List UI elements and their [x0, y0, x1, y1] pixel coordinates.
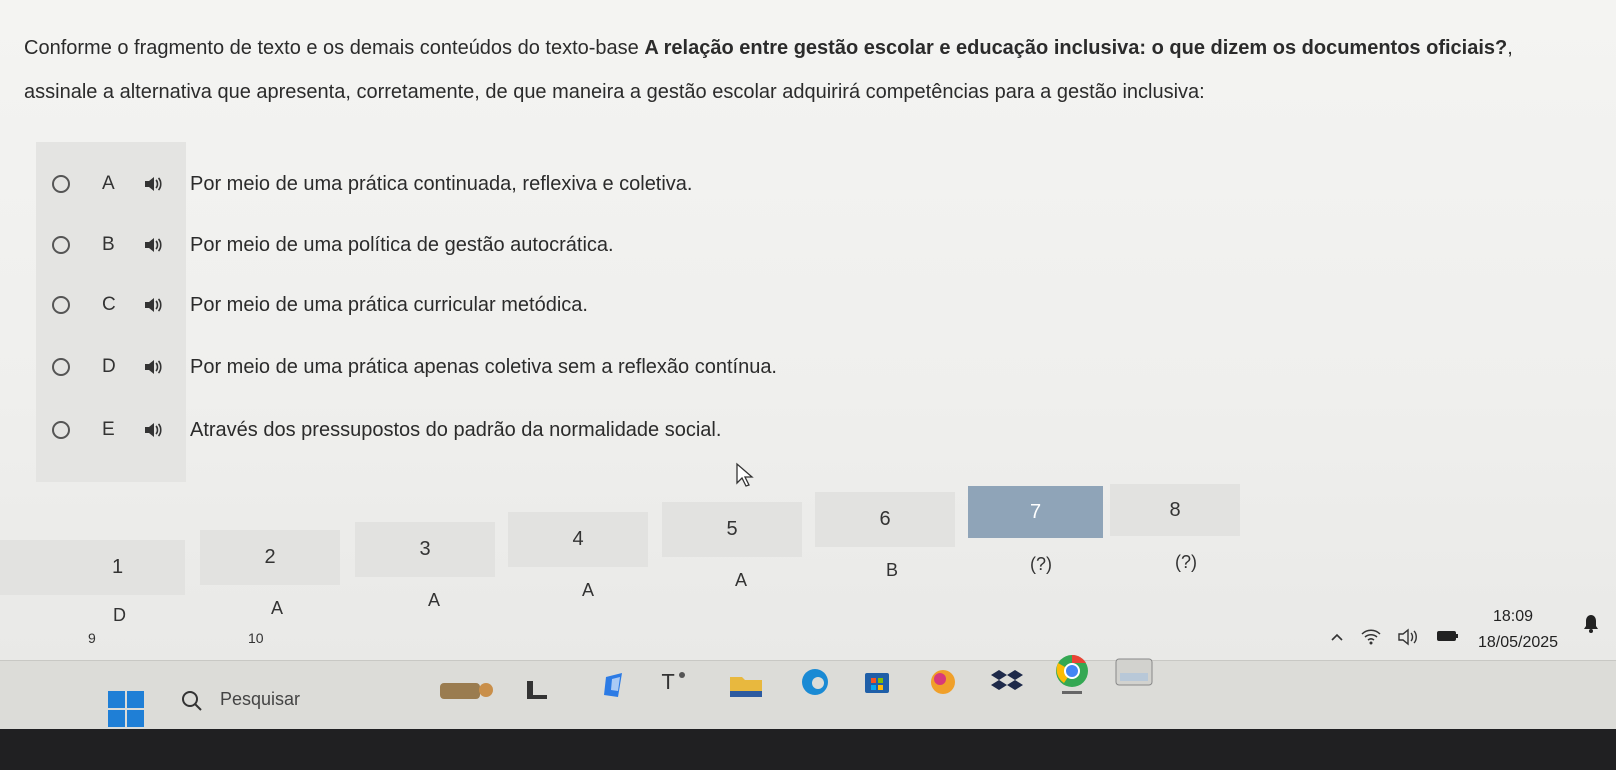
question-2-answer: A [271, 598, 284, 618]
option-b[interactable]: B Por meio de uma política de gestão aut… [52, 225, 952, 265]
option-letter: E [102, 419, 115, 440]
svg-text:T: T [661, 670, 675, 694]
desk-bezel [0, 729, 1616, 770]
radio-button[interactable] [52, 358, 70, 376]
option-text: Através dos pressupostos do padrão da no… [190, 418, 722, 441]
folder-icon[interactable] [728, 671, 764, 699]
browser-viewport: Conforme o fragmento de texto e os demai… [0, 0, 1616, 660]
question-nav-1[interactable]: 1 [0, 540, 185, 595]
option-text: Por meio de uma prática apenas coletiva … [190, 355, 777, 378]
question-nav-6[interactable]: 6 [815, 492, 955, 547]
question-number: 6 [879, 508, 891, 530]
option-text: Por meio de uma política de gestão autoc… [190, 233, 614, 256]
option-text: Por meio de uma prática continuada, refl… [190, 172, 693, 195]
question-navigator: 1 2 3 4 5 6 7 8 D A A A A B (?) (?) 9 10 [0, 480, 1240, 646]
question-8-answer: (?) [1175, 552, 1197, 572]
question-number: 3 [419, 538, 431, 560]
windows-start-icon[interactable] [108, 691, 144, 727]
option-c[interactable]: C Por meio de uma prática curricular met… [52, 285, 952, 325]
radio-button[interactable] [52, 296, 70, 314]
volume-icon[interactable] [1397, 628, 1419, 646]
option-letter: B [102, 234, 115, 255]
file-explorer-icon[interactable] [525, 679, 549, 701]
speaker-icon[interactable] [144, 422, 162, 438]
question-nav-7[interactable]: 7 [968, 486, 1103, 538]
question-nav-8[interactable]: 8 [1110, 484, 1240, 536]
question-nav-3[interactable]: 3 [355, 522, 495, 577]
option-letter: D [102, 356, 116, 377]
question-number: 5 [726, 518, 738, 540]
speaker-icon[interactable] [144, 237, 162, 253]
question-text-part1: Conforme o fragmento de texto e os demai… [24, 37, 645, 59]
question-number: 1 [112, 556, 124, 578]
dropbox-icon[interactable] [990, 667, 1024, 697]
option-text: Por meio de uma prática curricular metód… [190, 293, 588, 316]
question-9-number-partial[interactable]: 9 [88, 630, 96, 646]
copilot-icon[interactable] [600, 671, 628, 701]
option-d[interactable]: D Por meio de uma prática apenas coletiv… [52, 347, 952, 387]
question-number: 4 [572, 528, 584, 550]
taskbar: Pesquisar T [0, 654, 1616, 770]
question-nav-2[interactable]: 2 [200, 530, 340, 585]
question-7-answer: (?) [1030, 554, 1052, 574]
question-number: 2 [264, 546, 276, 568]
option-letter: C [102, 294, 116, 315]
question-statement: Conforme o fragmento de texto e os demai… [24, 26, 1584, 114]
calculator-app-icon[interactable] [1112, 655, 1156, 689]
question-3-answer: A [428, 590, 441, 610]
question-4-answer: A [582, 580, 595, 600]
taskbar-search-label[interactable]: Pesquisar [220, 689, 300, 710]
chevron-up-icon[interactable] [1330, 632, 1344, 642]
question-text-title: A relação entre gestão escolar e educaçã… [644, 37, 1508, 59]
radio-button[interactable] [52, 236, 70, 254]
option-letter: A [102, 173, 115, 194]
wifi-icon[interactable] [1360, 628, 1382, 646]
chrome-browser-icon[interactable] [1052, 645, 1092, 695]
question-number: 7 [1029, 500, 1042, 523]
question-number: 8 [1169, 498, 1181, 521]
clock-time[interactable]: 18:09 [1493, 608, 1533, 626]
speaker-icon[interactable] [144, 176, 162, 192]
question-6-answer: B [886, 560, 899, 580]
speaker-icon[interactable] [144, 297, 162, 313]
widgets-icon[interactable] [430, 677, 500, 703]
microsoft-store-icon[interactable] [862, 667, 892, 697]
edge-browser-icon[interactable] [800, 667, 830, 697]
radio-button[interactable] [52, 175, 70, 193]
question-nav-4[interactable]: 4 [508, 512, 648, 567]
search-icon[interactable] [180, 689, 204, 713]
clock-date[interactable]: 18/05/2025 [1478, 634, 1558, 652]
option-e[interactable]: E Através dos pressupostos do padrão da … [52, 410, 952, 450]
radio-button[interactable] [52, 421, 70, 439]
speaker-icon[interactable] [144, 359, 162, 375]
option-a[interactable]: A Por meio de uma prática continuada, re… [52, 164, 952, 204]
notification-bell-icon[interactable] [1583, 614, 1599, 634]
app-pink-icon[interactable] [928, 667, 958, 697]
question-1-answer: D [113, 605, 126, 625]
question-5-answer: A [735, 570, 748, 590]
teams-icon[interactable]: T [660, 667, 688, 695]
question-10-number-partial[interactable]: 10 [248, 630, 264, 646]
battery-icon[interactable] [1436, 628, 1460, 644]
question-nav-5[interactable]: 5 [662, 502, 802, 557]
